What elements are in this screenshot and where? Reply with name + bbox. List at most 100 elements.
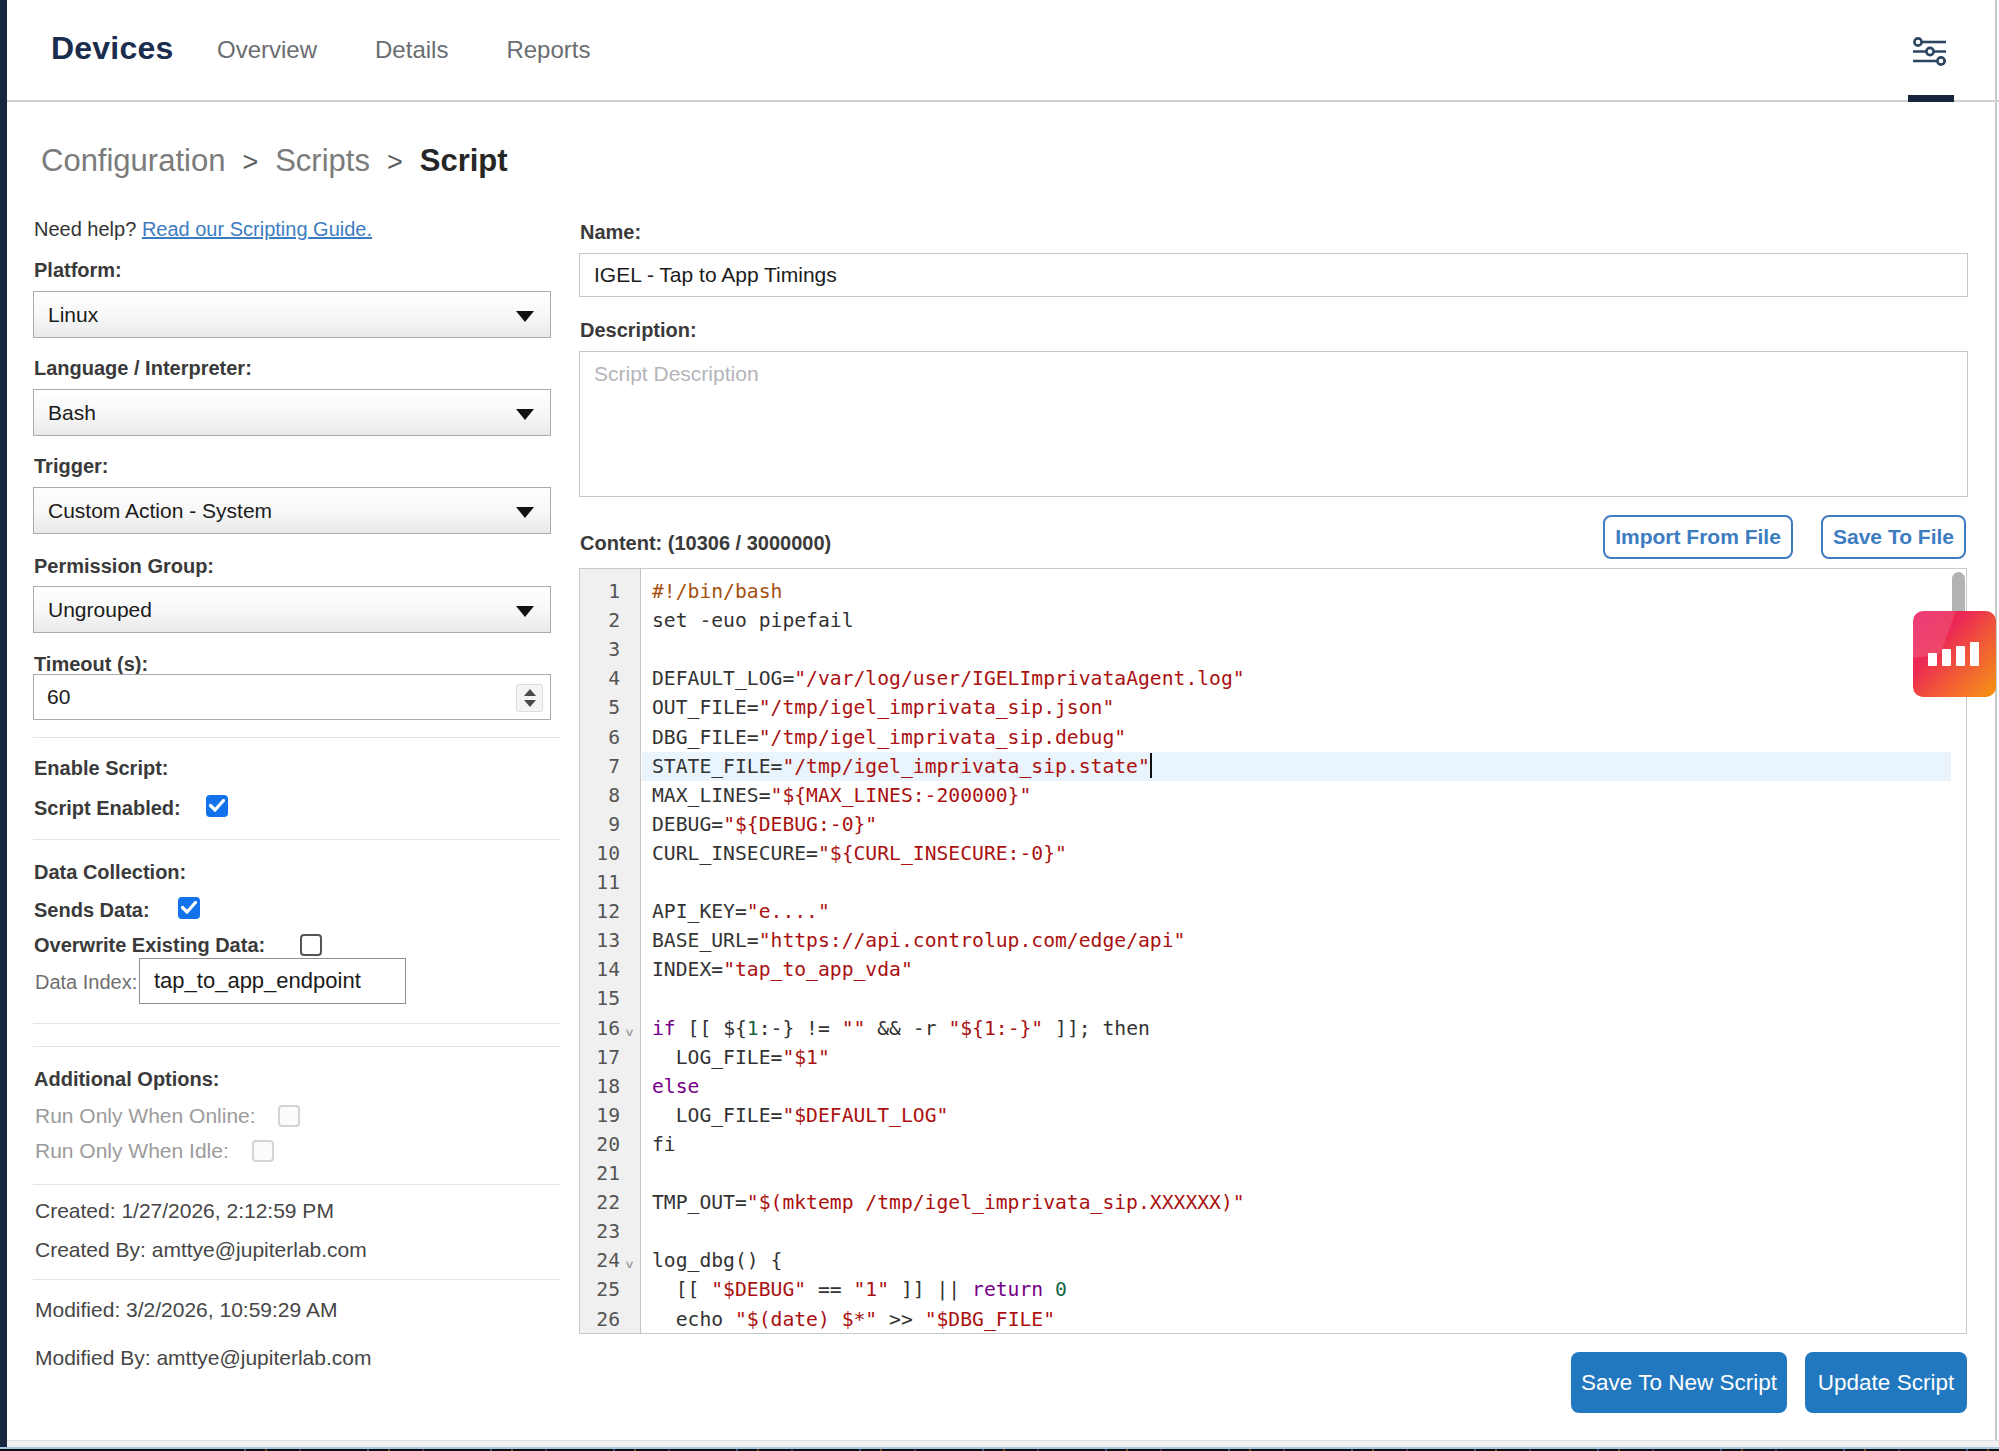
data-index-label: Data Index:	[35, 971, 137, 994]
permission-group-value: Ungrouped	[48, 598, 152, 622]
spinner-up-icon[interactable]	[524, 689, 536, 696]
code-line-6: DBG_FILE="/tmp/igel_imprivata_sip.debug"	[652, 723, 1966, 752]
update-script-button[interactable]: Update Script	[1805, 1352, 1967, 1413]
help-line: Need help? Read our Scripting Guide.	[34, 218, 372, 241]
code-editor[interactable]: 12345678910111213141516∨1718192021222324…	[579, 568, 1967, 1334]
code-line-2: set -euo pipefail	[652, 606, 1966, 635]
platform-label: Platform:	[34, 259, 122, 282]
header-divider	[7, 100, 1999, 102]
page-right-border	[1995, 0, 1997, 1441]
left-accent-bar	[0, 0, 7, 1447]
timeout-input[interactable]: 60	[33, 674, 551, 720]
code-line-12: API_KEY="e...."	[652, 897, 1966, 926]
line-number: 3	[580, 635, 620, 664]
line-number: 24	[580, 1246, 620, 1275]
modified-by-text: Modified By: amttye@jupiterlab.com	[35, 1346, 371, 1370]
trigger-select[interactable]: Custom Action - System	[33, 487, 551, 534]
breadcrumb-item-scripts[interactable]: Scripts	[275, 143, 370, 179]
line-number: 6	[580, 723, 620, 752]
breadcrumb-separator: >	[242, 147, 258, 178]
save-to-file-button[interactable]: Save To File	[1821, 515, 1966, 559]
timeout-value: 60	[47, 685, 70, 709]
line-number: 17	[580, 1043, 620, 1072]
line-number: 10	[580, 839, 620, 868]
line-number: 22	[580, 1188, 620, 1217]
number-spinner[interactable]	[516, 684, 543, 712]
import-from-file-button[interactable]: Import From File	[1603, 515, 1793, 559]
line-number: 20	[580, 1130, 620, 1159]
line-number: 2	[580, 606, 620, 635]
line-number: 26	[580, 1305, 620, 1334]
divider	[33, 1279, 560, 1280]
name-input[interactable]: IGEL - Tap to App Timings	[579, 253, 1968, 297]
overwrite-checkbox[interactable]	[300, 934, 322, 956]
line-number: 11	[580, 868, 620, 897]
breadcrumb-item-configuration[interactable]: Configuration	[41, 143, 225, 179]
checkmark-icon	[209, 799, 225, 812]
page: Devices Overview Details Reports Configura…	[0, 0, 1999, 1451]
data-collection-label: Data Collection:	[34, 861, 186, 884]
nav-tabs: Overview Details Reports	[217, 36, 590, 64]
save-to-new-script-button[interactable]: Save To New Script	[1571, 1352, 1787, 1413]
description-label: Description:	[580, 319, 697, 342]
checkmark-icon	[181, 901, 197, 914]
permission-group-label: Permission Group:	[34, 555, 214, 578]
code-line-10: CURL_INSECURE="${CURL_INSECURE:-0}"	[652, 839, 1966, 868]
run-idle-checkbox	[252, 1140, 274, 1162]
trigger-value: Custom Action - System	[48, 499, 272, 523]
fold-toggle-icon[interactable]: ∨	[624, 1258, 638, 1272]
divider	[33, 839, 560, 840]
tab-details[interactable]: Details	[375, 36, 448, 64]
language-select[interactable]: Bash	[33, 389, 551, 436]
line-number: 19	[580, 1101, 620, 1130]
editor-code-area[interactable]: #!/bin/bashset -euo pipefailDEFAULT_LOG=…	[652, 569, 1966, 1333]
tab-reports[interactable]: Reports	[506, 36, 590, 64]
tab-overview[interactable]: Overview	[217, 36, 317, 64]
breadcrumb: Configuration>Scripts>Script	[41, 143, 508, 179]
name-label: Name:	[580, 221, 641, 244]
breadcrumb-item-script: Script	[420, 143, 508, 179]
line-number: 8	[580, 781, 620, 810]
line-number: 9	[580, 810, 620, 839]
data-index-value: tap_to_app_endpoint	[154, 968, 361, 994]
permission-group-select[interactable]: Ungrouped	[33, 586, 551, 633]
name-value: IGEL - Tap to App Timings	[594, 263, 837, 287]
sends-data-label: Sends Data:	[34, 899, 150, 922]
code-line-7: STATE_FILE="/tmp/igel_imprivata_sip.stat…	[652, 752, 1966, 781]
signal-bars-icon[interactable]	[1913, 611, 1996, 697]
modified-text: Modified: 3/2/2026, 10:59:29 AM	[35, 1298, 337, 1322]
line-number: 7	[580, 752, 620, 781]
code-line-25: [[ "$DEBUG" == "1" ]] || return 0	[652, 1275, 1966, 1304]
data-index-input[interactable]: tap_to_app_endpoint	[139, 958, 406, 1004]
signal-bars	[1928, 642, 1979, 666]
scripting-guide-link[interactable]: Read our Scripting Guide.	[142, 218, 372, 240]
code-line-18: else	[652, 1072, 1966, 1101]
line-number: 14	[580, 955, 620, 984]
script-enabled-checkbox[interactable]	[206, 795, 228, 817]
divider	[33, 1184, 560, 1185]
code-line-26: echo "$(date) $*" >> "$DBG_FILE"	[652, 1305, 1966, 1334]
code-line-9: DEBUG="${DEBUG:-0}"	[652, 810, 1966, 839]
page-title: Devices	[51, 30, 173, 67]
line-number: 21	[580, 1159, 620, 1188]
run-online-checkbox	[278, 1105, 300, 1127]
divider	[33, 1046, 560, 1047]
fold-toggle-icon[interactable]: ∨	[624, 1025, 638, 1039]
sends-data-checkbox[interactable]	[178, 897, 200, 919]
editor-gutter: 12345678910111213141516∨1718192021222324…	[580, 569, 641, 1333]
timeout-label: Timeout (s):	[34, 653, 148, 676]
code-line-19: LOG_FILE="$DEFAULT_LOG"	[652, 1101, 1966, 1130]
sliders-icon[interactable]	[1913, 37, 1946, 66]
code-line-1: #!/bin/bash	[652, 577, 1966, 606]
help-text: Need help?	[34, 218, 142, 240]
dropdown-caret-icon	[516, 311, 534, 322]
code-line-5: OUT_FILE="/tmp/igel_imprivata_sip.json"	[652, 693, 1966, 722]
created-text: Created: 1/27/2026, 2:12:59 PM	[35, 1199, 334, 1223]
line-number: 15	[580, 984, 620, 1013]
code-line-14: INDEX="tap_to_app_vda"	[652, 955, 1966, 984]
platform-value: Linux	[48, 303, 98, 327]
platform-select[interactable]: Linux	[33, 291, 551, 338]
spinner-down-icon[interactable]	[524, 700, 536, 707]
code-line-13: BASE_URL="https://api.controlup.com/edge…	[652, 926, 1966, 955]
description-textarea[interactable]: Script Description	[579, 351, 1968, 497]
